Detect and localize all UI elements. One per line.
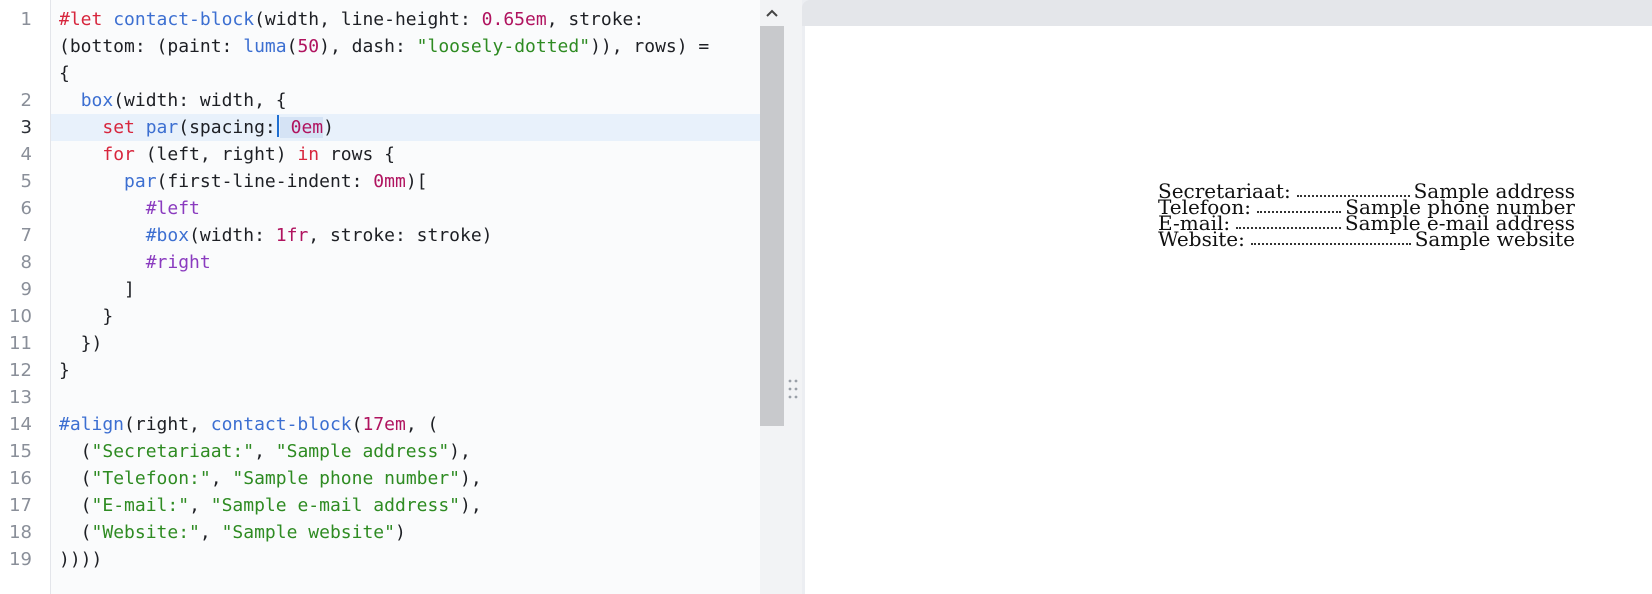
code-line[interactable]: box(width: width, { (59, 87, 287, 114)
contact-row: Website: Sample website (1158, 227, 1575, 251)
code-line[interactable]: #left (59, 195, 200, 222)
line-number-current: 3 (20, 117, 32, 138)
line-number: 4 (20, 144, 32, 165)
line-number: 6 (20, 198, 32, 219)
code-line[interactable]: #right (59, 249, 211, 276)
code-line[interactable]: for (left, right) in rows { (59, 141, 395, 168)
line-number: 9 (20, 279, 32, 300)
preview-page[interactable] (805, 26, 1652, 594)
code-editor[interactable]: 1 2 3 4 5 6 7 8 9 10 11 12 13 14 15 16 1… (0, 0, 760, 594)
code-line[interactable]: } (59, 303, 113, 330)
code-line[interactable]: par(first-line-indent: 0mm)[ (59, 168, 427, 195)
line-number: 5 (20, 171, 32, 192)
code-line[interactable]: ("Website:", "Sample website") (59, 519, 406, 546)
code-line[interactable]: ("Telefoon:", "Sample phone number"), (59, 465, 482, 492)
scroll-up-button[interactable] (760, 0, 784, 26)
selection: 0em (279, 117, 324, 138)
line-number: 17 (9, 495, 32, 516)
chevron-up-icon (766, 9, 778, 17)
line-number: 15 (9, 441, 32, 462)
code-line[interactable]: )))) (59, 546, 102, 573)
code-line[interactable]: #align(right, contact-block(17em, ( (59, 411, 438, 438)
dotted-leader (1236, 227, 1341, 229)
drag-grip-icon[interactable] (788, 378, 798, 400)
line-number: 10 (9, 306, 32, 327)
line-number: 16 (9, 468, 32, 489)
text-caret (276, 115, 279, 137)
code-line[interactable]: ("E-mail:", "Sample e-mail address"), (59, 492, 482, 519)
code-line[interactable]: #box(width: 1fr, stroke: stroke) (59, 222, 493, 249)
line-number: 2 (20, 90, 32, 111)
line-number: 19 (9, 549, 32, 570)
pane-divider[interactable] (784, 0, 802, 594)
contact-label: Website: (1158, 227, 1245, 251)
code-line[interactable]: #let contact-block(width, line-height: 0… (59, 6, 644, 33)
contact-value: Sample website (1414, 227, 1575, 251)
line-number: 8 (20, 252, 32, 273)
code-line-current[interactable]: set par(spacing: 0em) (59, 114, 334, 141)
line-number: 14 (9, 414, 32, 435)
code-line-wrap[interactable]: { (59, 60, 70, 87)
line-number: 13 (9, 387, 32, 408)
line-number: 18 (9, 522, 32, 543)
code-line[interactable]: ("Secretariaat:", "Sample address"), (59, 438, 471, 465)
line-number-gutter: 1 2 3 4 5 6 7 8 9 10 11 12 13 14 15 16 1… (0, 0, 51, 594)
code-line[interactable]: ] (59, 276, 135, 303)
dotted-leader (1256, 211, 1342, 213)
code-line[interactable]: }) (59, 330, 103, 357)
code-line-wrap[interactable]: (bottom: (paint: luma(50), dash: "loosel… (59, 33, 709, 60)
preview-toolbar (802, 0, 1652, 26)
dotted-leader (1250, 243, 1411, 245)
scrollbar-thumb[interactable] (760, 26, 784, 426)
line-number: 11 (9, 333, 32, 354)
line-number: 1 (20, 9, 32, 30)
code-line[interactable]: } (59, 357, 70, 384)
line-number: 12 (9, 360, 32, 381)
line-number: 7 (20, 225, 32, 246)
